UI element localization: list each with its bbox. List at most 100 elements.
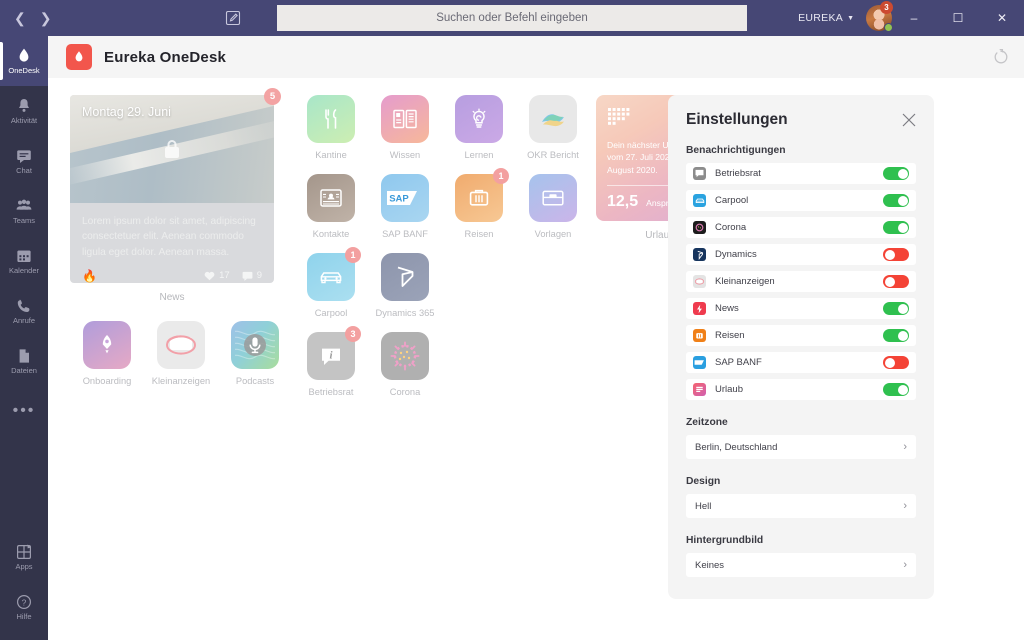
tile-label: Wissen bbox=[389, 150, 421, 160]
tile-icon-wrap bbox=[381, 95, 429, 143]
tile-badge: 1 bbox=[345, 247, 361, 263]
sidebar-item-label: OneDesk bbox=[8, 66, 40, 76]
notification-row-news[interactable]: News bbox=[686, 298, 916, 319]
toggle-betriebsrat[interactable] bbox=[883, 167, 909, 180]
notification-label: News bbox=[715, 303, 739, 314]
back-icon[interactable]: ❮ bbox=[14, 11, 26, 25]
close-icon[interactable] bbox=[902, 113, 916, 127]
toggle-sap-banf[interactable] bbox=[883, 356, 909, 369]
notification-row-corona[interactable]: Corona bbox=[686, 217, 916, 238]
sidebar-item-teams[interactable]: Teams bbox=[0, 186, 48, 236]
tile-spacer-2 bbox=[516, 253, 590, 318]
sidebar-item-apps[interactable]: Apps bbox=[0, 532, 48, 582]
avatar[interactable]: 3 bbox=[866, 1, 893, 32]
tile-podcasts[interactable]: Podcasts bbox=[218, 321, 292, 386]
tile-sap-banf[interactable]: SAP SAP BANF bbox=[368, 174, 442, 239]
notification-row-sap-banf[interactable]: SAP BANF bbox=[686, 352, 916, 373]
tile-kantine[interactable]: Kantine bbox=[294, 95, 368, 160]
toggle-carpool[interactable] bbox=[883, 194, 909, 207]
sidebar-item-kalender[interactable]: Kalender bbox=[0, 236, 48, 286]
dynamics-icon bbox=[381, 253, 429, 301]
timezone-heading: Zeitzone bbox=[686, 417, 728, 428]
sidebar-item-label: Dateien bbox=[11, 366, 37, 376]
tile-row-2: Kontakte SAP SAP BANF 1 Reisen Vorlagen bbox=[294, 168, 590, 239]
sidebar-more-button[interactable]: ••• bbox=[0, 386, 48, 436]
toggle-corona[interactable] bbox=[883, 221, 909, 234]
tile-lernen[interactable]: Lernen bbox=[442, 95, 516, 160]
news-card[interactable]: Montag 29. Juni Lorem ipsum dolor sit am… bbox=[70, 95, 274, 283]
notification-row-betriebsrat[interactable]: Betriebsrat bbox=[686, 163, 916, 184]
sidebar-item-hilfe[interactable]: ? Hilfe bbox=[0, 582, 48, 632]
tile-vorlagen[interactable]: Vorlagen bbox=[516, 174, 590, 239]
notification-row-dynamics[interactable]: Dynamics bbox=[686, 244, 916, 265]
refresh-icon[interactable] bbox=[992, 48, 1010, 66]
calendar-icon bbox=[17, 250, 31, 263]
tile-icon-wrap bbox=[307, 174, 355, 222]
titlebar-right: EUREKA ▼ 3 – ☐ ✕ bbox=[798, 0, 1024, 36]
maximize-button[interactable]: ☐ bbox=[936, 0, 980, 36]
settings-panel: Einstellungen Benachrichtigungen Betrieb… bbox=[668, 95, 934, 599]
sidebar-item-aktivitaet[interactable]: Aktivität bbox=[0, 86, 48, 136]
toggle-urlaub[interactable] bbox=[883, 383, 909, 396]
suitcase-icon bbox=[693, 329, 706, 342]
tile-kontakte[interactable]: Kontakte bbox=[294, 174, 368, 239]
notification-row-urlaub[interactable]: Urlaub bbox=[686, 379, 916, 400]
sidebar-item-label: Kalender bbox=[8, 266, 40, 276]
toggle-news[interactable] bbox=[883, 302, 909, 315]
cutlery-icon bbox=[307, 95, 355, 143]
tile-corona[interactable]: Corona bbox=[368, 332, 442, 397]
sap-icon: SAP bbox=[381, 174, 429, 222]
tile-dynamics-365[interactable]: Dynamics 365 bbox=[368, 253, 442, 318]
bell-icon bbox=[19, 99, 29, 113]
toggle-kleinanzeigen[interactable] bbox=[883, 275, 909, 288]
close-button[interactable]: ✕ bbox=[980, 0, 1024, 36]
design-select[interactable]: Hell › bbox=[686, 494, 916, 518]
toggle-reisen[interactable] bbox=[883, 329, 909, 342]
chevron-down-icon: ▼ bbox=[847, 14, 854, 22]
rocket-icon bbox=[83, 321, 131, 369]
notification-label: Carpool bbox=[715, 195, 749, 206]
dashboard: 5 Montag 29. Juni Lorem ipsum dolor sit … bbox=[70, 88, 724, 397]
notification-row-kleinanzeigen[interactable]: Kleinanzeigen bbox=[686, 271, 916, 292]
chevron-right-icon: › bbox=[903, 440, 907, 453]
toggle-dynamics[interactable] bbox=[883, 248, 909, 261]
urlaub-days: 12,5 bbox=[607, 193, 639, 211]
tile-carpool[interactable]: 1 Carpool bbox=[294, 247, 368, 318]
tile-wissen[interactable]: Wissen bbox=[368, 95, 442, 160]
tile-icon-wrap bbox=[529, 174, 577, 222]
notification-row-carpool[interactable]: Carpool bbox=[686, 190, 916, 211]
svg-text:?: ? bbox=[22, 598, 27, 608]
tile-okr-bericht[interactable]: OKR Bericht bbox=[516, 95, 590, 160]
news-photo: Montag 29. Juni bbox=[70, 95, 274, 203]
book-icon bbox=[381, 95, 429, 143]
forward-icon[interactable]: ❯ bbox=[40, 11, 52, 25]
notification-row-reisen[interactable]: Reisen bbox=[686, 325, 916, 346]
wallpaper-heading: Hintergrundbild bbox=[686, 535, 764, 546]
minimize-button[interactable]: – bbox=[892, 0, 936, 36]
tile-onboarding[interactable]: Onboarding bbox=[70, 321, 144, 386]
tile-kleinanzeigen[interactable]: Kleinanzeigen bbox=[144, 321, 218, 386]
notifications-list: Betriebsrat Carpool Corona Dynamics Klei… bbox=[686, 163, 916, 400]
sidebar-item-chat[interactable]: Chat bbox=[0, 136, 48, 186]
sidebar-item-onedesk[interactable]: OneDesk bbox=[0, 36, 48, 86]
timezone-select[interactable]: Berlin, Deutschland › bbox=[686, 435, 916, 459]
tile-icon-wrap bbox=[83, 321, 131, 369]
classifieds-icon bbox=[693, 275, 706, 288]
search-input[interactable]: Suchen oder Befehl eingeben bbox=[277, 5, 747, 31]
comment-stat[interactable]: 9 bbox=[242, 270, 262, 281]
user-menu[interactable]: EUREKA ▼ bbox=[798, 12, 854, 24]
tile-reisen[interactable]: 1 Reisen bbox=[442, 168, 516, 239]
toggle-knob bbox=[884, 357, 895, 368]
user-name: EUREKA bbox=[798, 12, 844, 24]
sidebar-item-dateien[interactable]: Dateien bbox=[0, 336, 48, 386]
timezone-value: Berlin, Deutschland bbox=[695, 441, 778, 453]
news-stats: 17 9 bbox=[204, 270, 262, 281]
sidebar-item-anrufe[interactable]: Anrufe bbox=[0, 286, 48, 336]
wallpaper-select[interactable]: Keines › bbox=[686, 553, 916, 577]
tile-label: OKR Bericht bbox=[527, 150, 579, 160]
tile-label: Dynamics 365 bbox=[375, 308, 435, 318]
chat-icon bbox=[17, 150, 31, 164]
compose-icon[interactable] bbox=[225, 10, 241, 26]
like-stat[interactable]: 17 bbox=[204, 270, 230, 281]
app-logo bbox=[66, 44, 92, 70]
